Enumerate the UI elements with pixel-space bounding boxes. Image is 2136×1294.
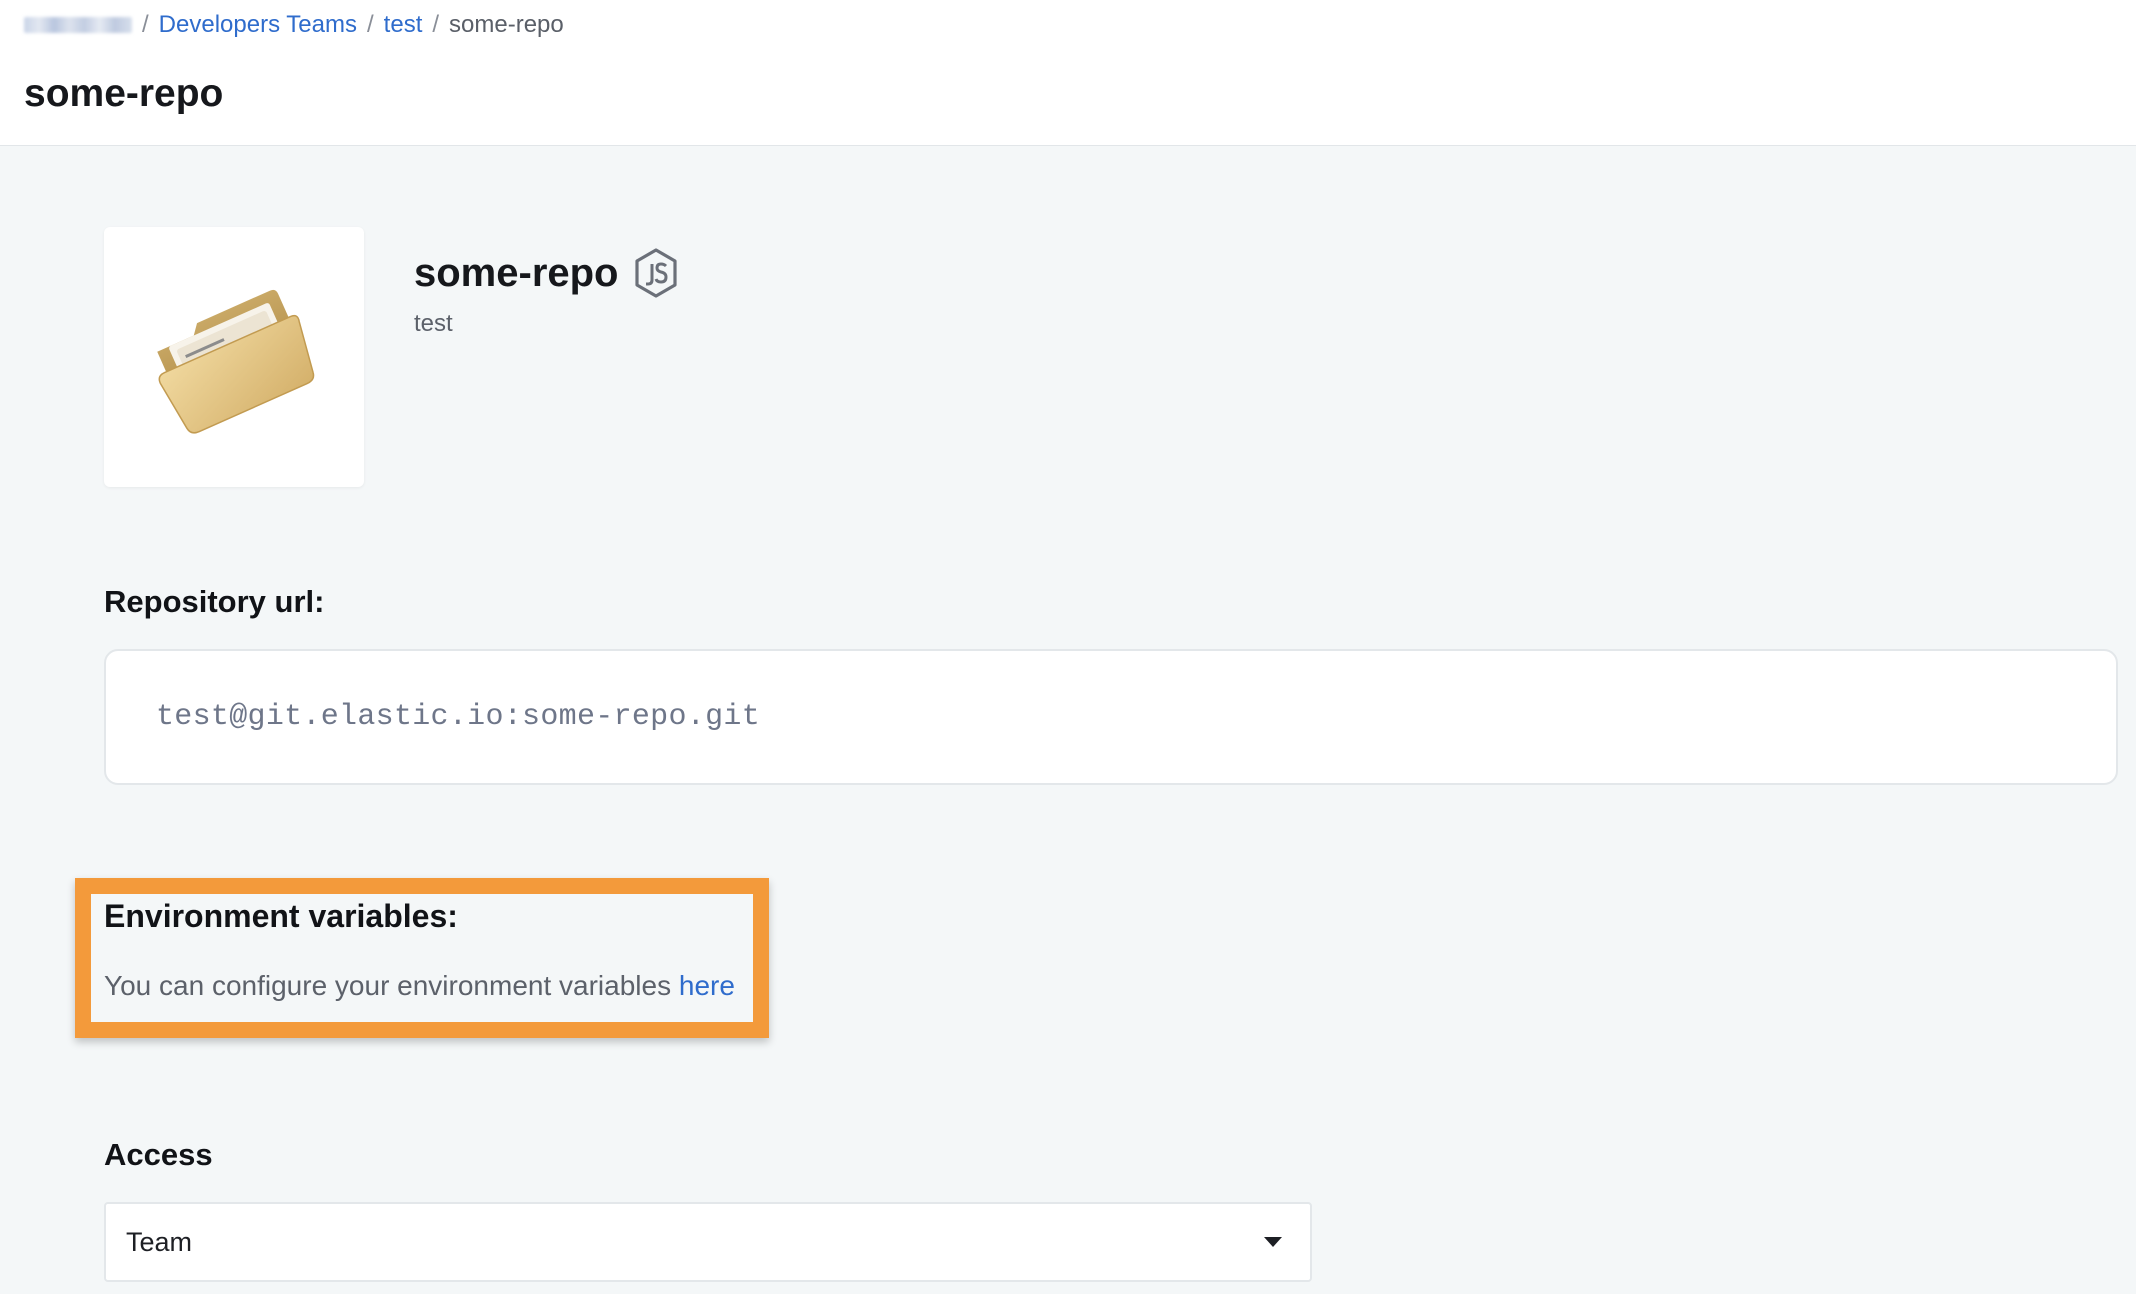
breadcrumb-separator: / [432,11,440,38]
access-heading: Access [104,1137,213,1172]
repository-url-value[interactable]: test@git.elastic.io:some-repo.git [156,700,760,734]
breadcrumb-redacted-org[interactable] [24,17,132,33]
environment-variables-heading: Environment variables: [104,898,458,934]
page-title: some-repo [24,72,224,115]
breadcrumb-current: some-repo [449,11,564,38]
repository-url-heading: Repository url: [104,584,325,619]
breadcrumb-separator: / [367,11,374,38]
repo-name-row: some-repo [414,247,679,299]
repo-avatar-card [104,227,364,487]
nodejs-icon [634,248,677,298]
environment-variables-link[interactable]: here [679,970,735,1001]
breadcrumb-developers-teams[interactable]: Developers Teams [159,11,357,39]
breadcrumb: / Developers Teams / test / some-repo [24,10,564,40]
chevron-down-icon [1264,1237,1282,1247]
folder-icon [157,289,315,434]
page-header: / Developers Teams / test / some-repo so… [0,0,2136,146]
access-selected-value: Team [126,1226,193,1257]
repository-url-box[interactable]: test@git.elastic.io:some-repo.git [104,649,2118,785]
breadcrumb-separator: / [142,11,149,38]
repo-team-name: test [414,310,453,337]
environment-variables-description: You can configure your environment varia… [104,970,679,1001]
breadcrumb-team[interactable]: test [384,11,423,39]
access-select[interactable]: Team [104,1202,1312,1282]
repo-name: some-repo [414,250,619,295]
environment-variables-text: You can configure your environment varia… [104,970,735,1002]
